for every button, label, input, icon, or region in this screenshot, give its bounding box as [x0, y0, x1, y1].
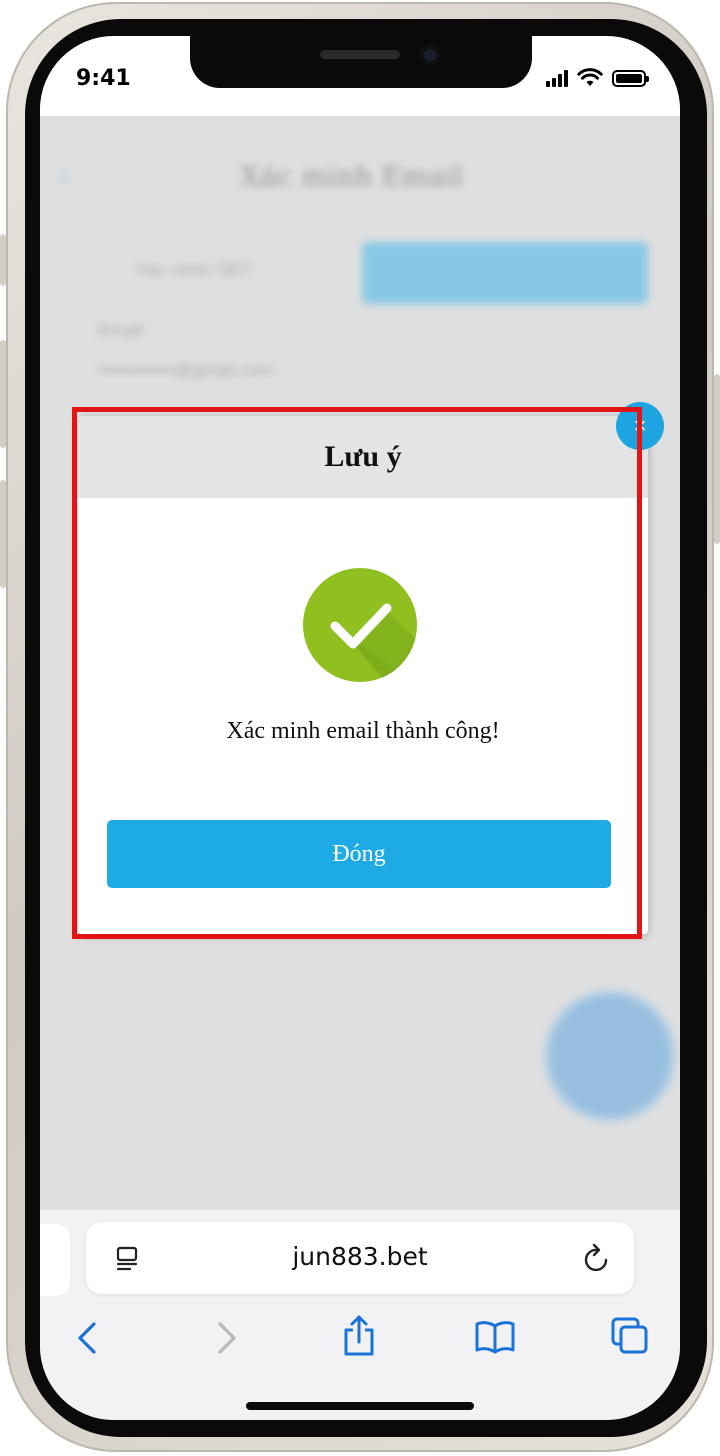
safari-bottom-bar: jun883.bet [40, 1210, 680, 1420]
cellular-signal-icon [546, 69, 568, 87]
bookmarks-icon[interactable] [474, 1318, 516, 1354]
dialog-header: Lưu ý [78, 416, 648, 498]
address-bar[interactable]: jun883.bet [86, 1222, 634, 1294]
success-dialog: Lưu ý Xác minh email thành công! Đóng [78, 416, 648, 934]
battery-icon [612, 69, 649, 87]
speaker-grille [320, 50, 400, 59]
forward-arrow-icon[interactable] [214, 1320, 240, 1356]
safari-toolbar [40, 1310, 680, 1370]
dialog-message: Xác minh email thành công! [226, 718, 500, 744]
url-text: jun883.bet [292, 1242, 428, 1271]
tabs-icon[interactable] [610, 1316, 650, 1356]
home-indicator [246, 1402, 474, 1410]
checkmark-icon [303, 568, 417, 682]
close-dialog-button[interactable]: Đóng [107, 820, 611, 888]
close-icon[interactable]: × [616, 402, 664, 450]
back-arrow-icon[interactable] [74, 1320, 100, 1356]
status-icons [546, 68, 649, 88]
wifi-icon [577, 68, 603, 86]
previous-tab-edge[interactable] [40, 1224, 70, 1296]
front-camera [420, 45, 440, 65]
side-button [0, 234, 6, 286]
notch [190, 36, 532, 88]
reload-icon[interactable] [582, 1242, 612, 1274]
dialog-title: Lưu ý [324, 440, 402, 473]
volume-down-button [0, 480, 6, 588]
share-icon[interactable] [340, 1314, 378, 1358]
phone-screen: 9:41 ‹ Xác minh Email Xác minh SĐT Email… [40, 36, 680, 1420]
status-time: 9:41 [76, 66, 131, 91]
power-button [714, 374, 720, 544]
volume-up-button [0, 340, 6, 448]
